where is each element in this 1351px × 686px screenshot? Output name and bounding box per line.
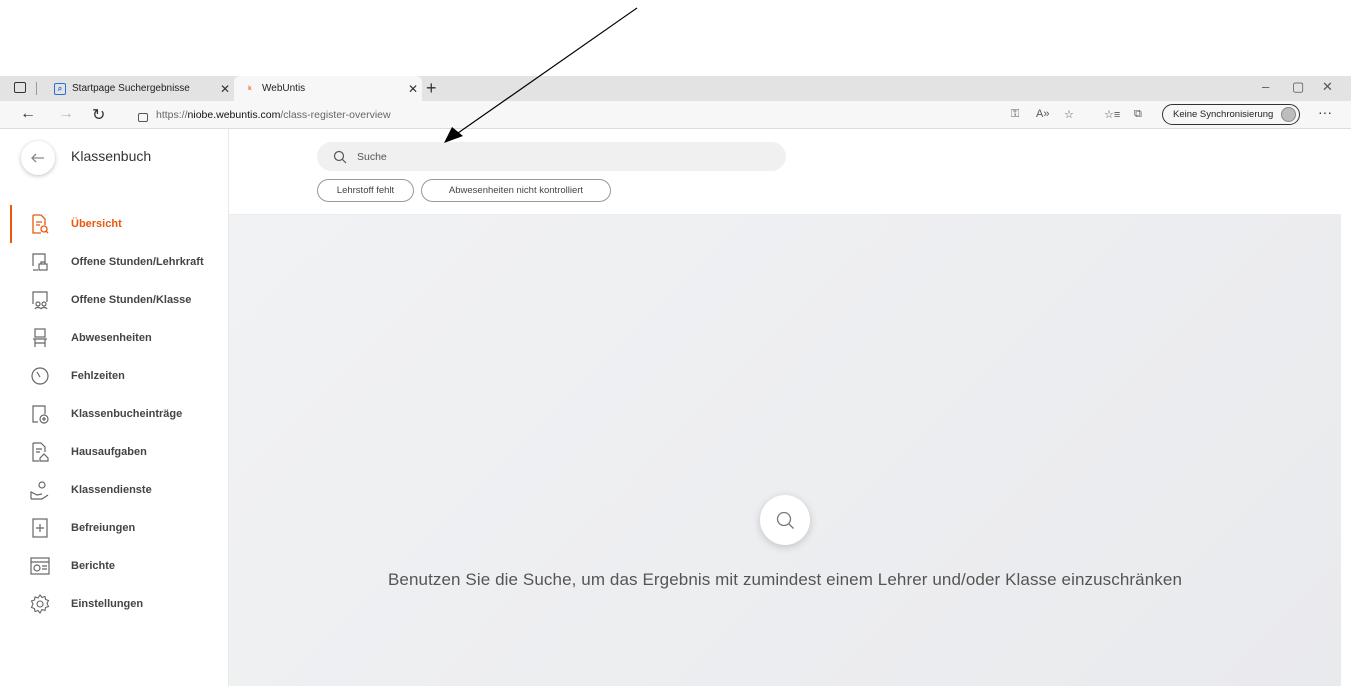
open-lessons-teacher-icon bbox=[30, 252, 50, 272]
minimize-button[interactable]: – bbox=[1262, 79, 1269, 94]
sidebar-item-label: Klassenbucheinträge bbox=[71, 408, 183, 420]
url-path: /class-register-overview bbox=[280, 109, 391, 121]
forward-arrow-icon[interactable]: → bbox=[58, 105, 74, 123]
sidebar-item-einstellungen[interactable]: Einstellungen bbox=[0, 589, 228, 619]
sidebar-item-abwesenheiten[interactable]: Abwesenheiten bbox=[0, 323, 228, 353]
tab-actions-icon[interactable] bbox=[14, 82, 26, 93]
tab-separator bbox=[36, 82, 37, 95]
url-field[interactable]: https://niobe.webuntis.com/class-registe… bbox=[132, 106, 391, 124]
sidebar-item-berichte[interactable]: Berichte bbox=[0, 551, 228, 581]
sidebar-item-befreiungen[interactable]: Befreiungen bbox=[0, 513, 228, 543]
address-bar: ← → ↻ https://niobe.webuntis.com/class-r… bbox=[0, 101, 1351, 129]
sidebar-item-klassenbucheintraege[interactable]: Klassenbucheinträge bbox=[0, 399, 228, 429]
sidebar-item-offene-stunden-klasse[interactable]: Offene Stunden/Klasse bbox=[0, 285, 228, 315]
clock-icon bbox=[30, 366, 50, 386]
filter-lehrstoff-fehlt[interactable]: Lehrstoff fehlt bbox=[317, 179, 414, 202]
exemption-icon bbox=[30, 518, 50, 538]
back-button[interactable] bbox=[21, 141, 55, 175]
sidebar-item-klassendienste[interactable]: Klassendienste bbox=[0, 475, 228, 505]
sidebar-item-label: Übersicht bbox=[71, 218, 122, 230]
arrow-left-icon bbox=[31, 153, 44, 163]
search-box[interactable] bbox=[317, 142, 786, 171]
url-host: niobe.webuntis.com bbox=[187, 109, 281, 121]
sidebar-item-label: Offene Stunden/Lehrkraft bbox=[71, 256, 204, 268]
tab-startpage[interactable]: ⌕ Startpage Suchergebnisse ✕ bbox=[44, 76, 234, 101]
sidebar-item-label: Abwesenheiten bbox=[71, 332, 152, 344]
empty-search-icon bbox=[760, 495, 810, 545]
filter-abwesenheiten-nicht-kontrolliert[interactable]: Abwesenheiten nicht kontrolliert bbox=[421, 179, 611, 202]
chair-icon bbox=[30, 328, 50, 348]
sidebar-item-hausaufgaben[interactable]: Hausaufgaben bbox=[0, 437, 228, 467]
tab-webuntis[interactable]: ᵏ WebUntis ✕ bbox=[234, 76, 422, 101]
main-content: Benutzen Sie die Suche, um das Ergebnis … bbox=[229, 215, 1341, 686]
maximize-button[interactable]: ▢ bbox=[1292, 79, 1304, 95]
close-window-button[interactable]: ✕ bbox=[1322, 79, 1333, 95]
sidebar-item-fehlzeiten[interactable]: Fehlzeiten bbox=[0, 361, 228, 391]
app-title: Klassenbuch bbox=[71, 148, 152, 164]
sidebar: Klassenbuch Übersicht Offene Stunden/Leh… bbox=[0, 129, 229, 686]
sync-button[interactable]: Keine Synchronisierung bbox=[1162, 104, 1300, 125]
settings-icon bbox=[30, 594, 50, 614]
tab-title: WebUntis bbox=[262, 83, 306, 94]
homework-icon bbox=[30, 442, 50, 462]
overview-icon bbox=[30, 214, 50, 234]
tab-title: Startpage Suchergebnisse bbox=[72, 83, 190, 94]
empty-state-message: Benutzen Sie die Suche, um das Ergebnis … bbox=[387, 570, 1183, 589]
report-icon bbox=[30, 556, 50, 576]
sidebar-item-label: Fehlzeiten bbox=[71, 370, 125, 382]
webuntis-icon: ᵏ bbox=[248, 83, 252, 94]
password-key-icon[interactable]: ⚿ bbox=[1011, 108, 1019, 121]
class-duty-icon bbox=[30, 480, 50, 500]
search-header: Lehrstoff fehlt Abwesenheiten nicht kont… bbox=[229, 129, 1341, 215]
search-input[interactable] bbox=[357, 150, 737, 163]
sidebar-item-label: Offene Stunden/Klasse bbox=[71, 294, 192, 306]
new-tab-button[interactable]: + bbox=[426, 78, 437, 99]
sidebar-item-offene-stunden-lehrkraft[interactable]: Offene Stunden/Lehrkraft bbox=[0, 247, 228, 277]
sidebar-item-label: Berichte bbox=[71, 560, 116, 572]
browser-tab-bar: ⌕ Startpage Suchergebnisse ✕ ᵏ WebUntis … bbox=[0, 76, 1351, 101]
collections-icon[interactable]: ⧉ bbox=[1134, 108, 1142, 121]
search-icon bbox=[333, 150, 347, 164]
sidebar-item-label: Einstellungen bbox=[71, 598, 144, 610]
scrollbar-track[interactable] bbox=[1341, 129, 1351, 686]
entry-add-icon bbox=[30, 404, 50, 424]
sidebar-item-label: Klassendienste bbox=[71, 484, 152, 496]
sidebar-item-label: Hausaufgaben bbox=[71, 446, 147, 458]
sidebar-item-uebersicht[interactable]: Übersicht bbox=[0, 209, 228, 239]
startpage-icon: ⌕ bbox=[54, 82, 66, 95]
reload-icon[interactable]: ↻ bbox=[92, 105, 105, 125]
sidebar-item-label: Befreiungen bbox=[71, 522, 136, 534]
favorite-star-icon[interactable]: ☆ bbox=[1064, 108, 1074, 121]
more-menu-icon[interactable]: ··· bbox=[1318, 104, 1332, 120]
lock-icon bbox=[138, 112, 148, 122]
open-lessons-class-icon bbox=[30, 290, 50, 310]
back-arrow-icon[interactable]: ← bbox=[20, 105, 36, 123]
url-prefix: https:// bbox=[156, 109, 188, 121]
close-tab-icon[interactable]: ✕ bbox=[404, 82, 422, 96]
favorites-list-icon[interactable]: ☆≡ bbox=[1104, 108, 1120, 121]
profile-avatar-icon bbox=[1281, 107, 1296, 122]
read-aloud-icon[interactable]: A» bbox=[1036, 108, 1049, 120]
sync-label: Keine Synchronisierung bbox=[1173, 109, 1274, 120]
close-tab-icon[interactable]: ✕ bbox=[216, 82, 234, 96]
